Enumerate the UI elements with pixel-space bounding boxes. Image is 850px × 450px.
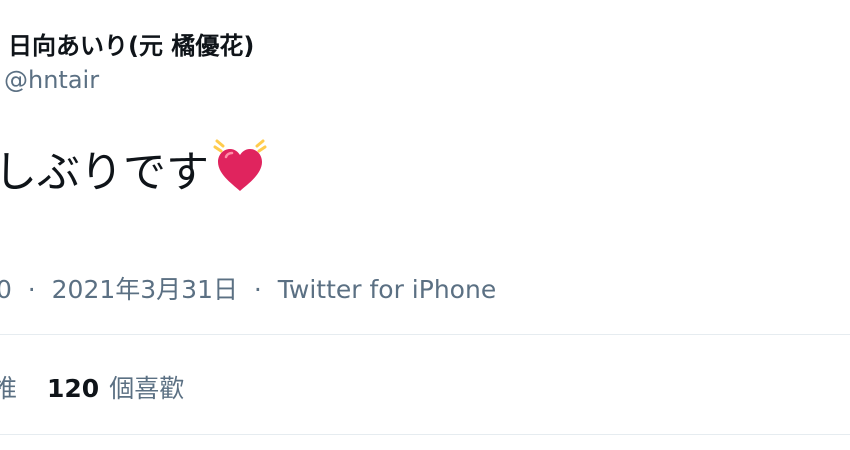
tweet-date[interactable]: 2021年3月31日 [52, 275, 238, 304]
tweet-text-container: しぶりです [0, 138, 269, 200]
meta-separator: · [19, 275, 44, 304]
tweet-meta: 0 · 2021年3月31日 · Twitter for iPhone [0, 270, 496, 306]
retweets-label[interactable]: 推 [0, 369, 17, 405]
beating-heart-icon [211, 135, 269, 195]
divider [0, 434, 850, 435]
tweet-text: しぶりです [0, 148, 209, 198]
author-display-name[interactable]: 日向あいり(元 橘優花) [8, 26, 254, 61]
likes-count[interactable]: 120 [47, 374, 99, 403]
tweet-detail: 日向あいり(元 橘優花) @hntair しぶりです 0 · 2021年3月31… [0, 0, 850, 450]
author-handle[interactable]: @hntair [4, 66, 99, 94]
likes-label[interactable]: 個喜歡 [109, 369, 184, 405]
tweet-stats: 推 120 個喜歡 [0, 369, 184, 405]
meta-separator: · [245, 275, 270, 304]
tweet-time[interactable]: 0 [0, 275, 12, 304]
divider [0, 334, 850, 335]
tweet-source[interactable]: Twitter for iPhone [278, 275, 496, 304]
